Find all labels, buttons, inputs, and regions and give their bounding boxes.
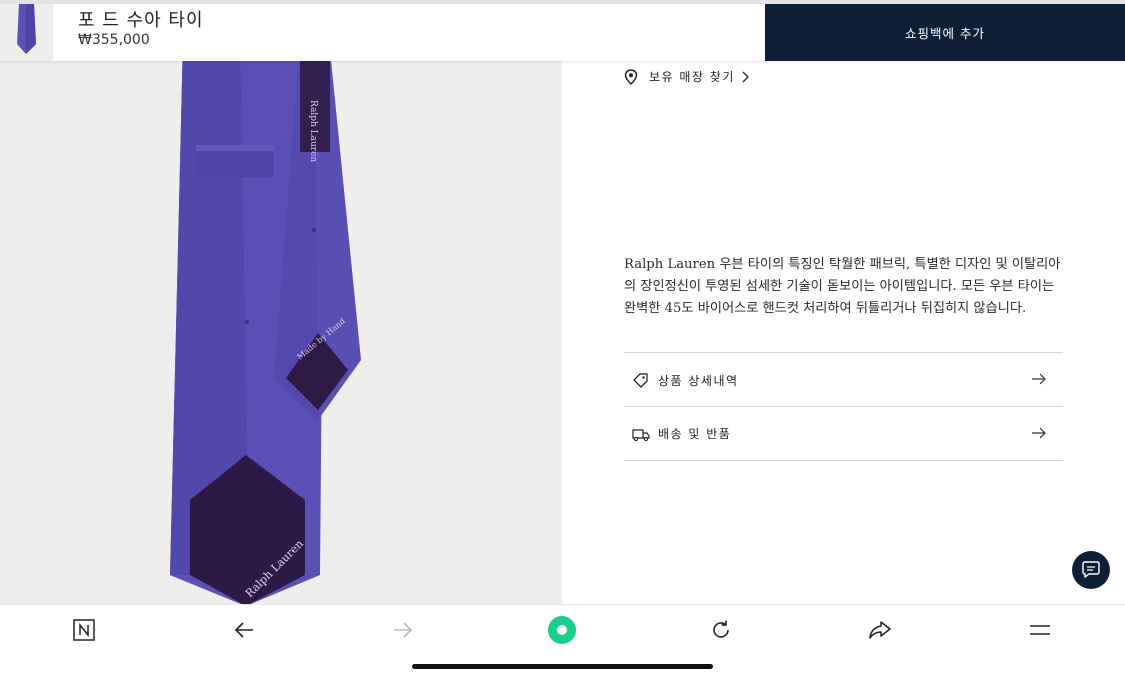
truck-icon	[632, 428, 650, 441]
location-pin-icon	[624, 68, 638, 85]
back-button[interactable]	[224, 615, 264, 645]
reload-button[interactable]	[701, 615, 741, 645]
tie-illustration: Ralph Lauren Made by Hand Ralph Lauren	[170, 40, 361, 604]
find-store-link[interactable]: 보유 매장 찾기	[624, 68, 749, 85]
product-description: Ralph Lauren 우븐 타이의 특징인 탁월한 패브릭, 특별한 디자인…	[624, 257, 1061, 316]
arrow-right-icon	[1032, 427, 1046, 439]
tie-thumbnail-icon	[17, 4, 36, 54]
menu-icon	[1030, 625, 1050, 635]
reload-icon	[713, 620, 729, 638]
home-button[interactable]	[64, 615, 104, 645]
product-details-row[interactable]: 상품 상세내역	[624, 352, 1063, 407]
find-store-label: 보유 매장 찾기	[649, 70, 735, 84]
menu-button[interactable]	[1020, 615, 1060, 645]
product-details-label: 상품 상세내역	[658, 373, 739, 388]
record-icon	[548, 616, 576, 644]
product-image[interactable]: Ralph Lauren Made by Hand Ralph Lauren	[0, 0, 562, 604]
browser-toolbar	[0, 604, 1125, 676]
chevron-right-icon	[742, 71, 749, 82]
n-home-icon	[73, 619, 95, 641]
share-icon	[869, 621, 891, 639]
add-to-bag-button[interactable]: 쇼핑백에 추가	[765, 4, 1125, 61]
product-title: 포 드 수아 타이	[78, 10, 204, 31]
chat-button[interactable]	[1072, 551, 1110, 589]
sticky-product-bar: 포 드 수아 타이 ₩355,000 쇼핑백에 추가	[0, 4, 1125, 61]
shipping-returns-row[interactable]: 배송 및 반품	[624, 406, 1063, 461]
tag-icon	[633, 373, 648, 388]
share-button[interactable]	[860, 615, 900, 645]
chat-bubble-icon	[1082, 561, 1100, 578]
product-thumbnail[interactable]	[0, 4, 53, 61]
home-indicator	[412, 664, 713, 669]
svg-text:Ralph Lauren: Ralph Lauren	[308, 100, 318, 162]
forward-button[interactable]	[383, 615, 423, 645]
product-price: ₩355,000	[78, 32, 150, 48]
record-button[interactable]	[542, 615, 582, 645]
back-arrow-icon	[234, 622, 253, 638]
arrow-right-icon	[1032, 373, 1046, 385]
forward-arrow-icon	[394, 622, 413, 638]
shipping-returns-label: 배송 및 반품	[658, 427, 732, 441]
